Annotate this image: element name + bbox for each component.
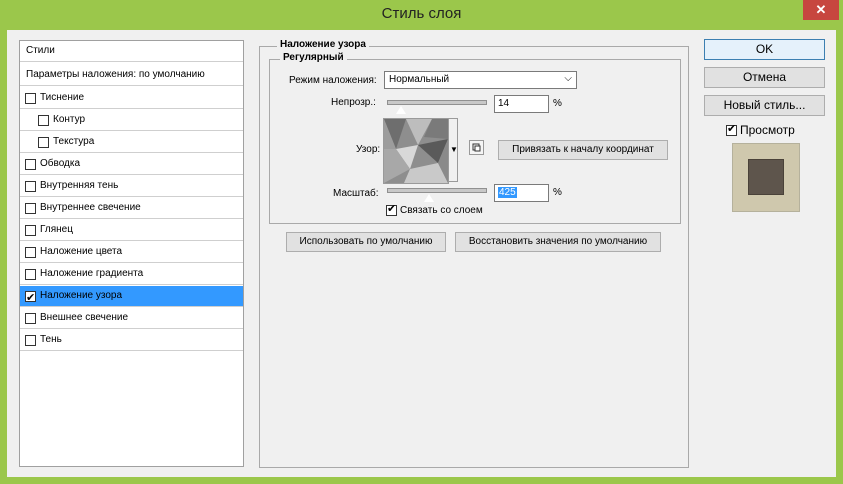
style-item-bevel[interactable]: Тиснение xyxy=(20,88,243,109)
styles-header[interactable]: Стили xyxy=(20,41,243,62)
style-checkbox[interactable] xyxy=(25,313,36,324)
structure-subgroup-title: Регулярный xyxy=(280,52,347,63)
chevron-down-icon: ⌵ xyxy=(564,73,572,84)
dialog-title: Стиль слоя xyxy=(381,5,462,22)
style-item-label: Наложение цвета xyxy=(40,246,123,257)
style-checkbox[interactable] xyxy=(38,137,49,148)
style-checkbox[interactable] xyxy=(25,247,36,258)
blend-mode-label: Режим наложения: xyxy=(289,75,377,86)
style-checkbox[interactable] xyxy=(25,93,36,104)
style-item-outer-glow[interactable]: Внешнее свечение xyxy=(20,308,243,329)
pattern-picker-button[interactable]: ▼ xyxy=(448,118,458,182)
style-item-contour[interactable]: Контур xyxy=(20,110,243,131)
dialog-client: Стили Параметры наложения: по умолчанию … xyxy=(7,30,836,477)
style-checkbox[interactable] xyxy=(25,225,36,236)
style-item-inner-shadow[interactable]: Внутренняя тень xyxy=(20,176,243,197)
new-preset-icon xyxy=(472,143,481,152)
scale-input-value: 425 xyxy=(498,187,517,198)
style-checkbox[interactable] xyxy=(25,159,36,170)
new-style-button[interactable]: Новый стиль... xyxy=(704,95,825,116)
scale-label: Масштаб: xyxy=(333,188,379,199)
style-checkbox[interactable] xyxy=(38,115,49,126)
style-item-label: Внутренняя тень xyxy=(40,180,119,191)
style-item-texture[interactable]: Текстура xyxy=(20,132,243,153)
style-item-drop-shadow[interactable]: Тень xyxy=(20,330,243,351)
title-bar[interactable]: Стиль слоя ✕ xyxy=(0,0,843,29)
scale-slider-thumb[interactable] xyxy=(422,193,435,203)
blending-options-item[interactable]: Параметры наложения: по умолчанию xyxy=(20,65,243,86)
style-preview-square xyxy=(748,159,784,195)
blend-mode-value: Нормальный xyxy=(389,74,450,85)
pattern-label: Узор: xyxy=(356,144,381,155)
opacity-slider-track[interactable] xyxy=(387,100,487,105)
style-checkbox[interactable] xyxy=(25,288,36,308)
style-item-label: Наложение узора xyxy=(40,290,123,301)
style-item-stroke[interactable]: Обводка xyxy=(20,154,243,175)
pattern-overlay-title: Наложение узора xyxy=(277,39,369,50)
cancel-button[interactable]: Отмена xyxy=(704,67,825,88)
preview-label[interactable]: Просмотр xyxy=(740,123,795,137)
opacity-slider-thumb[interactable] xyxy=(394,105,407,115)
style-item-color-overlay[interactable]: Наложение цвета xyxy=(20,242,243,263)
style-item-pattern-overlay[interactable]: Наложение узора xyxy=(20,286,243,308)
style-item-label: Наложение градиента xyxy=(40,268,144,279)
link-with-layer-checkbox[interactable] xyxy=(386,202,397,216)
preview-checkbox[interactable] xyxy=(726,122,737,136)
style-item-gradient-overlay[interactable]: Наложение градиента xyxy=(20,264,243,285)
scale-unit: % xyxy=(553,187,562,198)
close-button[interactable]: ✕ xyxy=(803,0,839,20)
new-preset-button[interactable] xyxy=(469,140,484,155)
blend-mode-select[interactable]: Нормальный ⌵ xyxy=(384,71,577,89)
style-item-satin[interactable]: Глянец xyxy=(20,220,243,241)
styles-list: Стили Параметры наложения: по умолчанию … xyxy=(19,40,244,467)
make-default-button[interactable]: Использовать по умолчанию xyxy=(286,232,446,252)
snap-to-origin-button[interactable]: Привязать к началу координат xyxy=(498,140,668,160)
style-item-label: Внешнее свечение xyxy=(40,312,129,323)
blending-options-label: Параметры наложения: по умолчанию xyxy=(26,69,205,80)
scale-slider-track[interactable] xyxy=(387,188,487,193)
style-item-label: Внутреннее свечение xyxy=(40,202,141,213)
dialog-window: Стиль слоя ✕ Стили Параметры наложения: … xyxy=(0,0,843,484)
style-checkbox[interactable] xyxy=(25,269,36,280)
styles-header-label: Стили xyxy=(26,45,55,56)
opacity-input[interactable]: 14 xyxy=(494,95,549,113)
style-checkbox[interactable] xyxy=(25,203,36,214)
pattern-swatch[interactable] xyxy=(383,118,449,184)
link-with-layer-label[interactable]: Связать со слоем xyxy=(400,205,483,216)
style-item-inner-glow[interactable]: Внутреннее свечение xyxy=(20,198,243,219)
style-item-label: Тиснение xyxy=(40,92,85,103)
style-checkbox[interactable] xyxy=(25,335,36,346)
ok-button[interactable]: OK xyxy=(704,39,825,60)
style-preview-swatch xyxy=(732,143,800,212)
style-item-label: Обводка xyxy=(40,158,81,169)
style-item-label: Глянец xyxy=(40,224,73,235)
style-checkbox[interactable] xyxy=(25,181,36,192)
style-item-label: Тень xyxy=(40,334,62,345)
style-item-label: Контур xyxy=(53,114,86,125)
opacity-unit: % xyxy=(553,98,562,109)
style-item-label: Текстура xyxy=(53,136,95,147)
scale-input[interactable]: 425 xyxy=(494,184,549,202)
reset-to-default-button[interactable]: Восстановить значения по умолчанию xyxy=(455,232,661,252)
triangle-down-icon: ▼ xyxy=(450,145,458,154)
pattern-preview-image xyxy=(384,119,448,183)
opacity-label: Непрозр.: xyxy=(331,97,376,108)
